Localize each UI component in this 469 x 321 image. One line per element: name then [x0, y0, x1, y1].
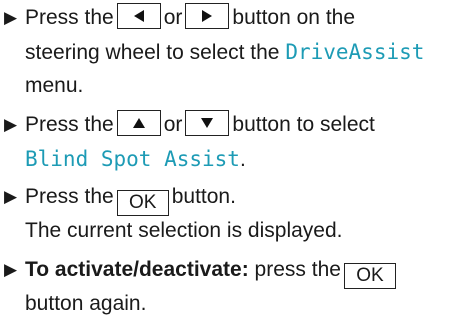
step-2-text-select: button to select	[232, 113, 375, 136]
bullet-arrow-icon: ▶	[4, 260, 18, 279]
step-2-line-2: Blind Spot Assist.	[0, 142, 469, 176]
bullet-arrow-icon: ▶	[4, 187, 18, 206]
step-1-text-steering: steering wheel to select the	[25, 41, 280, 64]
step-1-text-menu: menu.	[25, 74, 84, 97]
step-2-text-press: Press the	[25, 113, 114, 136]
up-arrow-key-icon	[116, 110, 161, 136]
step-3-text-button: button.	[171, 185, 236, 208]
step-4-content: To activate/deactivate: press the OK	[25, 253, 399, 289]
step-1-line-2-content: steering wheel to select the DriveAssist	[25, 35, 424, 70]
step-3-line-1: ▶ Press the OK button.	[0, 180, 469, 216]
step-1-line-1: ▶ Press the or button on the	[0, 1, 469, 35]
step-4-text-button-again: button again.	[25, 292, 147, 315]
step-4-line-1: ▶ To activate/deactivate: press the OK	[0, 253, 469, 289]
ok-key: OK	[116, 190, 169, 216]
step-1-content: Press the or button on the	[25, 1, 355, 35]
step-1-line-3: menu.	[0, 69, 469, 103]
step-2-line-2-content: Blind Spot Assist.	[25, 142, 246, 177]
step-4: ▶ To activate/deactivate: press the OK bu…	[0, 253, 469, 321]
step-1-line-2: steering wheel to select the DriveAssist	[0, 35, 469, 69]
right-arrow-key-icon	[185, 3, 230, 29]
step-4-text-press: press the	[254, 258, 341, 281]
step-1: ▶ Press the or button on the steering whee…	[0, 1, 469, 103]
menu-name-driveassist: DriveAssist	[285, 40, 425, 64]
left-arrow-key-icon	[116, 3, 161, 29]
step-2-line-1: ▶ Press the or button to select	[0, 108, 469, 142]
item-name-blind-spot-assist: Blind Spot Assist	[25, 147, 240, 171]
down-arrow-key-icon	[185, 110, 230, 136]
step-1-text-button: button on the	[232, 6, 356, 29]
step-2-text-period: .	[239, 148, 246, 171]
step-1-text-press: Press the	[25, 6, 114, 29]
step-1-text-or: or	[163, 6, 183, 29]
step-3-content: Press the OK button.	[25, 180, 236, 216]
step-3-line-2: The current selection is displayed.	[0, 214, 469, 248]
step-4-bold-label: To activate/deactivate:	[25, 258, 249, 281]
step-3-text-press: Press the	[25, 185, 114, 208]
ok-key: OK	[343, 263, 396, 289]
step-3-result-text: The current selection is displayed.	[25, 219, 343, 242]
step-3: ▶ Press the OK button. The current selecti…	[0, 180, 469, 248]
bullet-arrow-icon: ▶	[4, 115, 18, 134]
bullet-arrow-icon: ▶	[4, 8, 18, 27]
step-2: ▶ Press the or button to select Blind Spot…	[0, 108, 469, 176]
step-2-content: Press the or button to select	[25, 108, 375, 142]
step-4-line-2: button again.	[0, 287, 469, 321]
step-2-text-or: or	[163, 113, 183, 136]
